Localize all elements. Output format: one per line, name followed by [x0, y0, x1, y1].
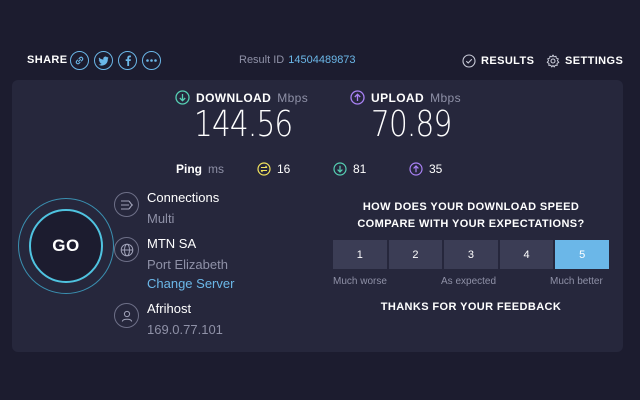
share-more-button[interactable]: [142, 51, 161, 70]
change-server-link[interactable]: Change Server: [147, 276, 234, 291]
upload-value: 70.89: [371, 104, 452, 145]
download-unit: Mbps: [277, 90, 309, 105]
rating-low-label: Much worse: [333, 276, 387, 287]
result-id: Result ID 14504489873: [239, 54, 356, 66]
share-link-button[interactable]: [70, 51, 89, 70]
more-icon: [146, 59, 157, 62]
ping-label-group: Ping ms: [176, 162, 224, 176]
results-button[interactable]: RESULTS: [462, 54, 534, 68]
server-name: MTN SA: [147, 236, 197, 251]
feedback-question: HOW DOES YOUR DOWNLOAD SPEED COMPARE WIT…: [357, 201, 585, 230]
settings-label: SETTINGS: [565, 55, 624, 67]
results-label: RESULTS: [481, 55, 535, 67]
rating-button-5[interactable]: 5: [555, 240, 609, 269]
go-button-ring: GO: [18, 198, 114, 294]
ping-download-value: 81: [353, 162, 367, 176]
result-id-value[interactable]: 14504489873: [288, 54, 355, 66]
ping-upload-icon: [409, 162, 423, 176]
rating-button-2[interactable]: 2: [388, 240, 443, 269]
rating-mid-label: As expected: [441, 276, 497, 287]
result-id-label: Result ID: [239, 54, 285, 66]
rating-button-3[interactable]: 3: [444, 240, 498, 269]
provider-ip: 169.0.77.101: [147, 322, 223, 337]
ping-upload-value: 35: [429, 162, 443, 176]
download-label: DOWNLOAD: [196, 90, 272, 105]
rating-high-label: Much better: [550, 276, 603, 287]
user-icon: [114, 303, 139, 328]
connections-icon: [114, 192, 139, 217]
ping-idle-icon: [257, 162, 271, 176]
connections-title: Connections: [147, 190, 220, 205]
rating-scale: 1 2 3 4 5: [333, 240, 609, 269]
check-circle-icon: [462, 54, 476, 68]
server-location: Port Elizabeth: [147, 257, 228, 272]
go-button[interactable]: GO: [29, 209, 103, 283]
upload-header: UPLOAD Mbps: [350, 90, 461, 105]
rating-button-4[interactable]: 4: [499, 240, 554, 269]
ping-download: 81: [333, 162, 366, 176]
ping-upload: 35: [409, 162, 442, 176]
upload-label: UPLOAD: [371, 90, 425, 105]
ping-idle-value: 16: [277, 162, 291, 176]
upload-unit: Mbps: [430, 90, 462, 105]
provider-name: Afrihost: [147, 301, 192, 316]
ping-idle: 16: [257, 162, 290, 176]
connections-value[interactable]: Multi: [147, 211, 174, 226]
settings-button[interactable]: SETTINGS: [546, 54, 623, 68]
facebook-icon: [125, 55, 131, 66]
ping-label: Ping: [176, 162, 202, 176]
feedback-thanks: THANKS FOR YOUR FEEDBACK: [380, 301, 562, 313]
gear-icon: [546, 54, 560, 68]
download-header: DOWNLOAD Mbps: [175, 90, 308, 105]
globe-icon: [114, 237, 139, 262]
twitter-icon: [98, 56, 109, 66]
download-arrow-icon: [175, 90, 190, 105]
link-icon: [75, 56, 84, 65]
ping-unit: ms: [208, 162, 224, 176]
share-twitter-button[interactable]: [94, 51, 113, 70]
rating-button-1[interactable]: 1: [333, 240, 387, 269]
ping-download-icon: [333, 162, 347, 176]
share-facebook-button[interactable]: [118, 51, 137, 70]
download-value: 144.56: [194, 104, 293, 145]
share-label: SHARE: [27, 54, 68, 66]
upload-arrow-icon: [350, 90, 365, 105]
